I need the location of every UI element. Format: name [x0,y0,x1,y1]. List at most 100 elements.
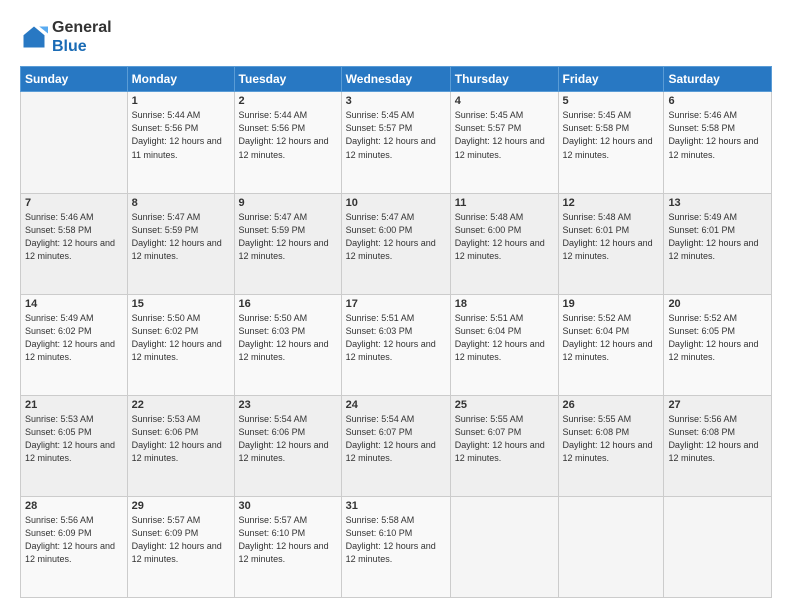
day-number: 19 [563,298,660,310]
calendar-cell [558,496,664,597]
day-info: Sunrise: 5:58 AMSunset: 6:10 PMDaylight:… [346,514,446,566]
day-number: 20 [668,298,767,310]
day-info: Sunrise: 5:45 AMSunset: 5:58 PMDaylight:… [563,109,660,161]
calendar-table: SundayMondayTuesdayWednesdayThursdayFrid… [20,66,772,598]
calendar-cell: 21 Sunrise: 5:53 AMSunset: 6:05 PMDayligh… [21,395,128,496]
header-cell-saturday: Saturday [664,67,772,92]
day-info: Sunrise: 5:52 AMSunset: 6:05 PMDaylight:… [668,312,767,364]
calendar-cell [21,92,128,193]
day-info: Sunrise: 5:45 AMSunset: 5:57 PMDaylight:… [455,109,554,161]
day-info: Sunrise: 5:55 AMSunset: 6:07 PMDaylight:… [455,413,554,465]
day-info: Sunrise: 5:46 AMSunset: 5:58 PMDaylight:… [668,109,767,161]
day-info: Sunrise: 5:51 AMSunset: 6:03 PMDaylight:… [346,312,446,364]
day-number: 17 [346,298,446,310]
day-number: 10 [346,197,446,209]
header-cell-friday: Friday [558,67,664,92]
day-info: Sunrise: 5:44 AMSunset: 5:56 PMDaylight:… [132,109,230,161]
day-number: 9 [239,197,337,209]
day-number: 25 [455,399,554,411]
header-cell-thursday: Thursday [450,67,558,92]
calendar-cell: 16 Sunrise: 5:50 AMSunset: 6:03 PMDayligh… [234,294,341,395]
day-info: Sunrise: 5:47 AMSunset: 5:59 PMDaylight:… [132,211,230,263]
day-info: Sunrise: 5:52 AMSunset: 6:04 PMDaylight:… [563,312,660,364]
day-number: 27 [668,399,767,411]
week-row-1: 7 Sunrise: 5:46 AMSunset: 5:58 PMDaylight… [21,193,772,294]
day-info: Sunrise: 5:47 AMSunset: 6:00 PMDaylight:… [346,211,446,263]
day-number: 30 [239,500,337,512]
day-info: Sunrise: 5:49 AMSunset: 6:01 PMDaylight:… [668,211,767,263]
day-number: 7 [25,197,123,209]
day-number: 26 [563,399,660,411]
header-cell-sunday: Sunday [21,67,128,92]
day-info: Sunrise: 5:54 AMSunset: 6:07 PMDaylight:… [346,413,446,465]
day-number: 16 [239,298,337,310]
calendar-cell [664,496,772,597]
calendar-cell: 23 Sunrise: 5:54 AMSunset: 6:06 PMDayligh… [234,395,341,496]
logo-text: General Blue [52,18,112,56]
day-number: 1 [132,95,230,107]
calendar-cell: 17 Sunrise: 5:51 AMSunset: 6:03 PMDayligh… [341,294,450,395]
day-number: 31 [346,500,446,512]
week-row-2: 14Sunrise: 5:49 AMSunset: 6:02 PMDayligh… [21,294,772,395]
day-number: 4 [455,95,554,107]
day-number: 24 [346,399,446,411]
calendar-cell: 14Sunrise: 5:49 AMSunset: 6:02 PMDayligh… [21,294,128,395]
week-row-0: 1 Sunrise: 5:44 AMSunset: 5:56 PMDaylight… [21,92,772,193]
day-number: 6 [668,95,767,107]
calendar-cell: 5 Sunrise: 5:45 AMSunset: 5:58 PMDaylight… [558,92,664,193]
day-number: 5 [563,95,660,107]
week-row-3: 21 Sunrise: 5:53 AMSunset: 6:05 PMDayligh… [21,395,772,496]
day-info: Sunrise: 5:45 AMSunset: 5:57 PMDaylight:… [346,109,446,161]
page: General Blue SundayMondayTuesdayWednesda… [0,0,792,612]
day-info: Sunrise: 5:44 AMSunset: 5:56 PMDaylight:… [239,109,337,161]
calendar-cell: 19 Sunrise: 5:52 AMSunset: 6:04 PMDayligh… [558,294,664,395]
day-info: Sunrise: 5:57 AMSunset: 6:09 PMDaylight:… [132,514,230,566]
calendar-cell: 25 Sunrise: 5:55 AMSunset: 6:07 PMDayligh… [450,395,558,496]
day-number: 3 [346,95,446,107]
day-number: 12 [563,197,660,209]
day-number: 23 [239,399,337,411]
calendar-cell: 7 Sunrise: 5:46 AMSunset: 5:58 PMDaylight… [21,193,128,294]
calendar-cell: 29 Sunrise: 5:57 AMSunset: 6:09 PMDayligh… [127,496,234,597]
day-info: Sunrise: 5:51 AMSunset: 6:04 PMDaylight:… [455,312,554,364]
calendar-cell: 2 Sunrise: 5:44 AMSunset: 5:56 PMDaylight… [234,92,341,193]
day-number: 13 [668,197,767,209]
calendar-cell [450,496,558,597]
day-number: 29 [132,500,230,512]
header-cell-wednesday: Wednesday [341,67,450,92]
day-number: 18 [455,298,554,310]
day-info: Sunrise: 5:54 AMSunset: 6:06 PMDaylight:… [239,413,337,465]
calendar-cell: 4 Sunrise: 5:45 AMSunset: 5:57 PMDaylight… [450,92,558,193]
header-cell-tuesday: Tuesday [234,67,341,92]
day-info: Sunrise: 5:46 AMSunset: 5:58 PMDaylight:… [25,211,123,263]
day-info: Sunrise: 5:56 AMSunset: 6:08 PMDaylight:… [668,413,767,465]
day-number: 28 [25,500,123,512]
day-number: 21 [25,399,123,411]
day-number: 22 [132,399,230,411]
calendar-cell: 11 Sunrise: 5:48 AMSunset: 6:00 PMDayligh… [450,193,558,294]
day-info: Sunrise: 5:53 AMSunset: 6:05 PMDaylight:… [25,413,123,465]
calendar-cell: 18 Sunrise: 5:51 AMSunset: 6:04 PMDayligh… [450,294,558,395]
calendar-cell: 27 Sunrise: 5:56 AMSunset: 6:08 PMDayligh… [664,395,772,496]
calendar-cell: 1 Sunrise: 5:44 AMSunset: 5:56 PMDaylight… [127,92,234,193]
calendar-cell: 22 Sunrise: 5:53 AMSunset: 6:06 PMDayligh… [127,395,234,496]
day-number: 2 [239,95,337,107]
calendar-cell: 10 Sunrise: 5:47 AMSunset: 6:00 PMDayligh… [341,193,450,294]
header-cell-monday: Monday [127,67,234,92]
day-number: 15 [132,298,230,310]
day-number: 11 [455,197,554,209]
day-info: Sunrise: 5:50 AMSunset: 6:02 PMDaylight:… [132,312,230,364]
day-info: Sunrise: 5:57 AMSunset: 6:10 PMDaylight:… [239,514,337,566]
calendar-cell: 13 Sunrise: 5:49 AMSunset: 6:01 PMDayligh… [664,193,772,294]
day-info: Sunrise: 5:48 AMSunset: 6:00 PMDaylight:… [455,211,554,263]
calendar-cell: 6 Sunrise: 5:46 AMSunset: 5:58 PMDaylight… [664,92,772,193]
day-info: Sunrise: 5:56 AMSunset: 6:09 PMDaylight:… [25,514,123,566]
calendar-cell: 31 Sunrise: 5:58 AMSunset: 6:10 PMDayligh… [341,496,450,597]
day-info: Sunrise: 5:53 AMSunset: 6:06 PMDaylight:… [132,413,230,465]
week-row-4: 28 Sunrise: 5:56 AMSunset: 6:09 PMDayligh… [21,496,772,597]
calendar-cell: 15 Sunrise: 5:50 AMSunset: 6:02 PMDayligh… [127,294,234,395]
calendar-cell: 3 Sunrise: 5:45 AMSunset: 5:57 PMDaylight… [341,92,450,193]
day-info: Sunrise: 5:50 AMSunset: 6:03 PMDaylight:… [239,312,337,364]
day-number: 8 [132,197,230,209]
day-number: 14 [25,298,123,310]
